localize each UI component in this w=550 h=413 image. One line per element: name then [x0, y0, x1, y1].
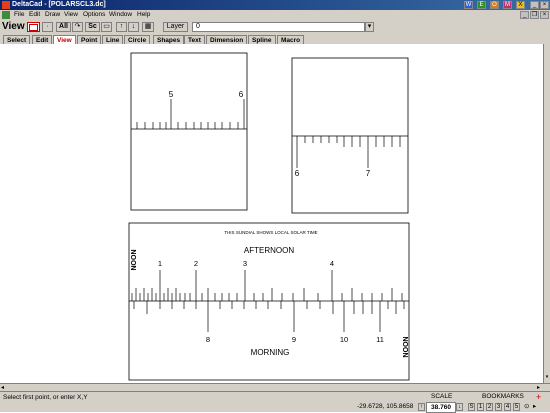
zoom-redraw-icon[interactable]: ↷: [72, 22, 83, 32]
box1-label-6: 6: [239, 90, 244, 99]
scroll-right-icon[interactable]: ▸: [537, 384, 540, 391]
scale-box-1: [130, 52, 248, 211]
menu-view[interactable]: View: [64, 10, 78, 20]
tab-view[interactable]: View: [53, 35, 76, 44]
tab-spline[interactable]: Spline: [248, 35, 276, 44]
word-app-icon[interactable]: W: [464, 1, 473, 9]
morning-hour-10: 10: [340, 335, 348, 344]
menu-bar: File Edit Draw View Options Window Help …: [0, 10, 550, 20]
tick-group-2: [296, 136, 401, 168]
toolbar: View · All ↷ Sc ▭ ↑ ↓ ▦ Layer 0 ▾: [0, 20, 550, 35]
bookmark-1-button[interactable]: 1: [477, 403, 484, 411]
bookmark-clear-icon[interactable]: ⊙: [524, 402, 529, 410]
box2-label-7: 7: [366, 169, 371, 178]
scroll-left-icon[interactable]: ◂: [1, 384, 4, 391]
horizontal-scrollbar[interactable]: ◂ ▸: [0, 383, 550, 391]
document-icon: [2, 11, 10, 19]
app-logo-icon: [2, 1, 10, 9]
menu-file[interactable]: File: [14, 10, 24, 20]
morning-hour-9: 9: [292, 335, 296, 344]
drawing-svg[interactable]: 5 6 6 7 THIS SUNDIAL SHOWS LOCAL SOLAR T…: [0, 44, 543, 383]
doc-close-icon[interactable]: ×: [540, 11, 549, 19]
media-app-icon[interactable]: M: [503, 1, 512, 9]
menu-window[interactable]: Window: [109, 10, 132, 20]
afternoon-hour-3: 3: [243, 259, 247, 268]
excel-app-icon[interactable]: E: [477, 1, 486, 9]
zoom-window-icon[interactable]: ▭: [101, 22, 112, 32]
bookmark-more-icon[interactable]: ▸: [533, 402, 536, 410]
grid-icon[interactable]: ▦: [142, 22, 154, 32]
bookmarks-label: BOOKMARKS: [482, 393, 524, 400]
doc-minimize-icon[interactable]: _: [520, 11, 529, 19]
morning-hour-11: 11: [376, 335, 384, 344]
zoom-scale-button[interactable]: Sc: [85, 22, 100, 32]
scale-box-2: [291, 57, 409, 214]
scale-label: SCALE: [431, 393, 453, 400]
menu-edit[interactable]: Edit: [29, 10, 40, 20]
scale-up-icon[interactable]: ↑: [418, 403, 425, 411]
tab-dimension[interactable]: Dimension: [206, 35, 248, 44]
tab-macro[interactable]: Macro: [277, 35, 305, 44]
tab-edit[interactable]: Edit: [32, 35, 53, 44]
bookmark-save-button[interactable]: S: [468, 403, 475, 411]
drawing-canvas[interactable]: 5 6 6 7 THIS SUNDIAL SHOWS LOCAL SOLAR T…: [0, 44, 543, 383]
zoom-out-icon[interactable]: ↓: [128, 22, 139, 32]
mode-label: View: [2, 21, 25, 32]
sundial-caption: THIS SUNDIAL SHOWS LOCAL SOLAR TIME: [224, 230, 317, 235]
afternoon-hour-2: 2: [194, 259, 198, 268]
bookmark-5-button[interactable]: 5: [513, 403, 520, 411]
dot-tool-icon[interactable]: ·: [42, 22, 53, 32]
close-window-icon[interactable]: ×: [540, 1, 549, 9]
title-bar: DeltaCad - [POLARSCL3.dc] W E O M X _ ×: [0, 0, 550, 10]
bookmark-4-button[interactable]: 4: [504, 403, 511, 411]
crosshair-icon: +: [536, 392, 542, 402]
tab-bar: Select Edit View Point Line Circle Shape…: [0, 34, 550, 44]
cursor-coords: -29.6728, 105.8658: [357, 403, 414, 410]
scale-down-icon[interactable]: ↓: [456, 403, 463, 411]
tick-group-1: [136, 99, 245, 129]
tab-text[interactable]: Text: [184, 35, 205, 44]
noon-label-left: NOON: [131, 250, 138, 271]
minimize-window-icon[interactable]: _: [530, 1, 539, 9]
tab-select[interactable]: Select: [3, 35, 31, 44]
morning-hour-8: 8: [206, 335, 210, 344]
scroll-down-icon[interactable]: ▾: [544, 374, 550, 381]
layer-dropdown-icon[interactable]: ▾: [365, 22, 374, 32]
scale-value[interactable]: 38.760: [426, 402, 456, 413]
tab-point[interactable]: Point: [77, 35, 102, 44]
bookmark-3-button[interactable]: 3: [495, 403, 502, 411]
status-bar: Select first point, or enter X,Y SCALE -…: [0, 391, 550, 413]
tab-shapes[interactable]: Shapes: [153, 35, 185, 44]
tab-line[interactable]: Line: [102, 35, 124, 44]
status-prompt: Select first point, or enter X,Y: [3, 394, 88, 401]
afternoon-label: AFTERNOON: [244, 246, 294, 255]
box2-label-6: 6: [295, 169, 300, 178]
box1-label-5: 5: [169, 90, 174, 99]
zoom-all-button[interactable]: All: [56, 22, 71, 32]
search-app-icon[interactable]: X: [516, 1, 525, 9]
menu-options[interactable]: Options: [83, 10, 105, 20]
window-title: DeltaCad - [POLARSCL3.dc]: [12, 1, 106, 8]
layer-button[interactable]: Layer: [163, 22, 188, 32]
vertical-scrollbar[interactable]: ▾: [543, 44, 550, 383]
bookmark-2-button[interactable]: 2: [486, 403, 493, 411]
layer-field[interactable]: 0: [192, 22, 365, 32]
doc-restore-icon[interactable]: ❐: [530, 11, 539, 19]
morning-label: MORNING: [251, 348, 290, 357]
menu-draw[interactable]: Draw: [45, 10, 60, 20]
zoom-in-icon[interactable]: ↑: [116, 22, 127, 32]
afternoon-hour-4: 4: [330, 259, 334, 268]
outlook-app-icon[interactable]: O: [490, 1, 499, 9]
view-mode-icon[interactable]: [27, 22, 40, 32]
tab-circle[interactable]: Circle: [124, 35, 151, 44]
afternoon-hour-1: 1: [158, 259, 162, 268]
menu-help[interactable]: Help: [137, 10, 150, 20]
noon-label-right: NOON: [401, 337, 408, 358]
